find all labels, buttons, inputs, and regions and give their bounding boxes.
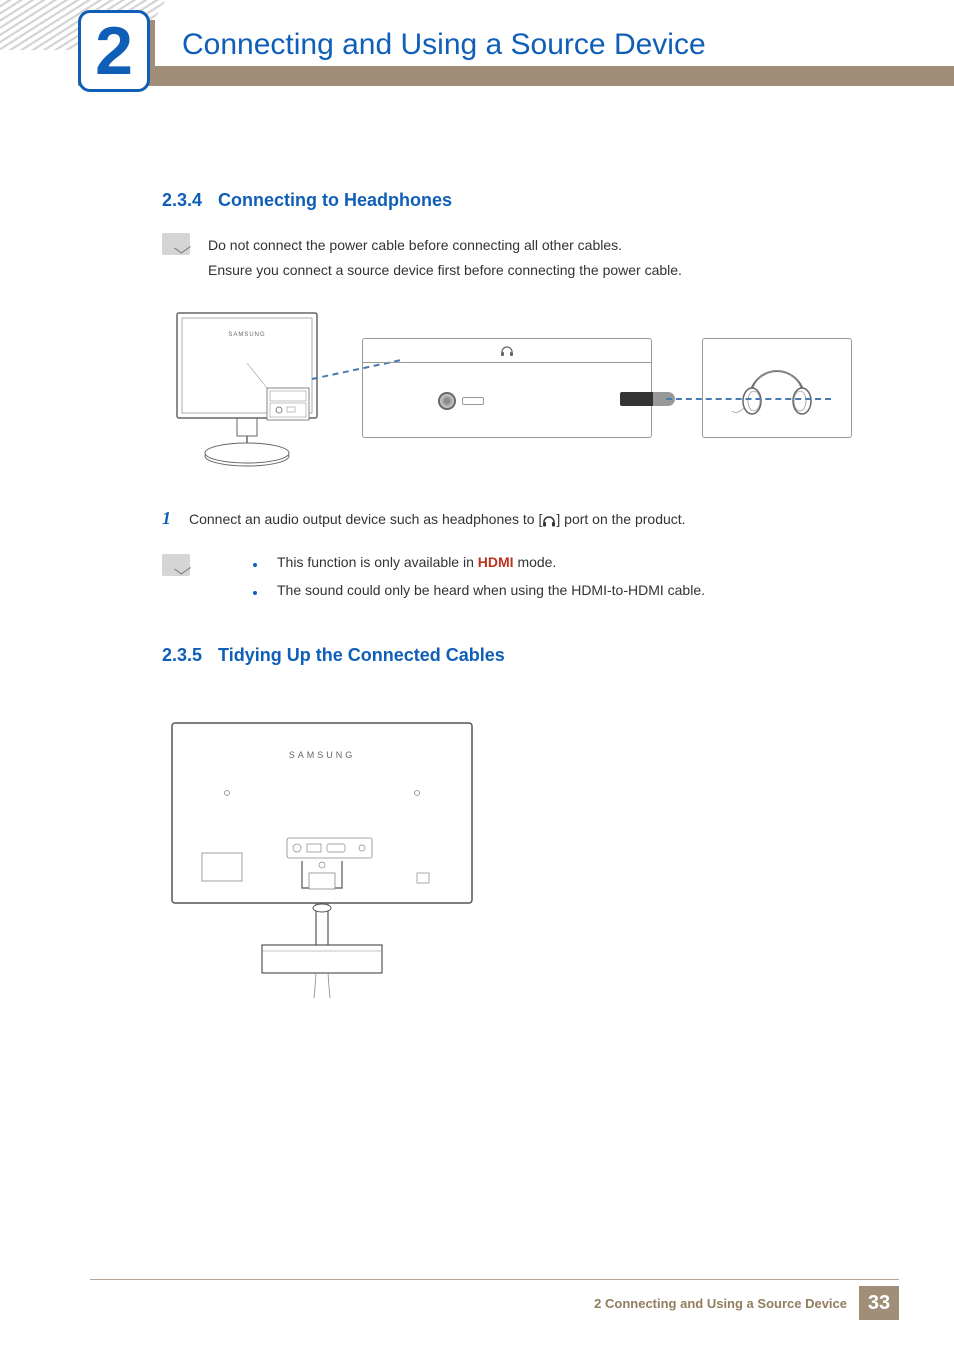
section-heading-234: 2.3.4 Connecting to Headphones <box>162 190 879 211</box>
brand-label: SAMSUNG <box>289 750 356 760</box>
note-icon <box>162 233 190 255</box>
chapter-number-box: 2 <box>78 10 150 92</box>
bullet-text: The sound could only be heard when using… <box>277 582 705 598</box>
port-panel-diagram <box>362 338 652 438</box>
note-icon <box>162 554 190 576</box>
note-line1: Do not connect the power cable before co… <box>208 233 682 258</box>
note-line2: Ensure you connect a source device first… <box>208 258 682 283</box>
headphone-device-diagram <box>702 338 852 438</box>
connection-diagram-row: SAMSUNG <box>172 308 879 468</box>
bullet-text: This function is only available in HDMI … <box>277 554 556 570</box>
note-bullet-block: This function is only available in HDMI … <box>162 554 879 610</box>
section-number: 2.3.5 <box>162 645 202 665</box>
port-slot-icon <box>462 397 484 405</box>
step-text: Connect an audio output device such as h… <box>189 511 686 527</box>
step-number: 1 <box>162 508 171 529</box>
note-block: Do not connect the power cable before co… <box>162 233 879 283</box>
section-number: 2.3.4 <box>162 190 202 210</box>
bullet-item: The sound could only be heard when using… <box>253 582 705 598</box>
chapter-number: 2 <box>95 17 133 85</box>
headphone-port-icon <box>500 344 514 358</box>
section-title: Connecting to Headphones <box>218 190 452 210</box>
bullet-dot-icon <box>253 591 257 595</box>
chapter-title: Connecting and Using a Source Device <box>182 28 706 62</box>
bullet-item: This function is only available in HDMI … <box>253 554 705 570</box>
dashed-connector-icon <box>666 398 831 400</box>
page-number: 33 <box>859 1286 899 1320</box>
section-heading-235: 2.3.5 Tidying Up the Connected Cables <box>162 645 879 666</box>
note-text: Do not connect the power cable before co… <box>208 233 682 283</box>
brand-label: SAMSUNG <box>228 332 265 338</box>
audio-jack-icon <box>438 392 456 410</box>
section-title: Tidying Up the Connected Cables <box>218 645 505 665</box>
monitor-side-diagram: SAMSUNG <box>172 308 332 468</box>
footer-divider <box>90 1279 899 1280</box>
footer: 2 Connecting and Using a Source Device 3… <box>90 1286 899 1320</box>
footer-text: 2 Connecting and Using a Source Device <box>594 1296 847 1311</box>
monitor-back-diagram: SAMSUNG <box>162 713 482 1003</box>
hdmi-label: HDMI <box>478 554 514 570</box>
bullet-dot-icon <box>253 563 257 567</box>
step-1-row: 1 Connect an audio output device such as… <box>162 508 879 529</box>
headphone-inline-icon <box>542 514 556 528</box>
